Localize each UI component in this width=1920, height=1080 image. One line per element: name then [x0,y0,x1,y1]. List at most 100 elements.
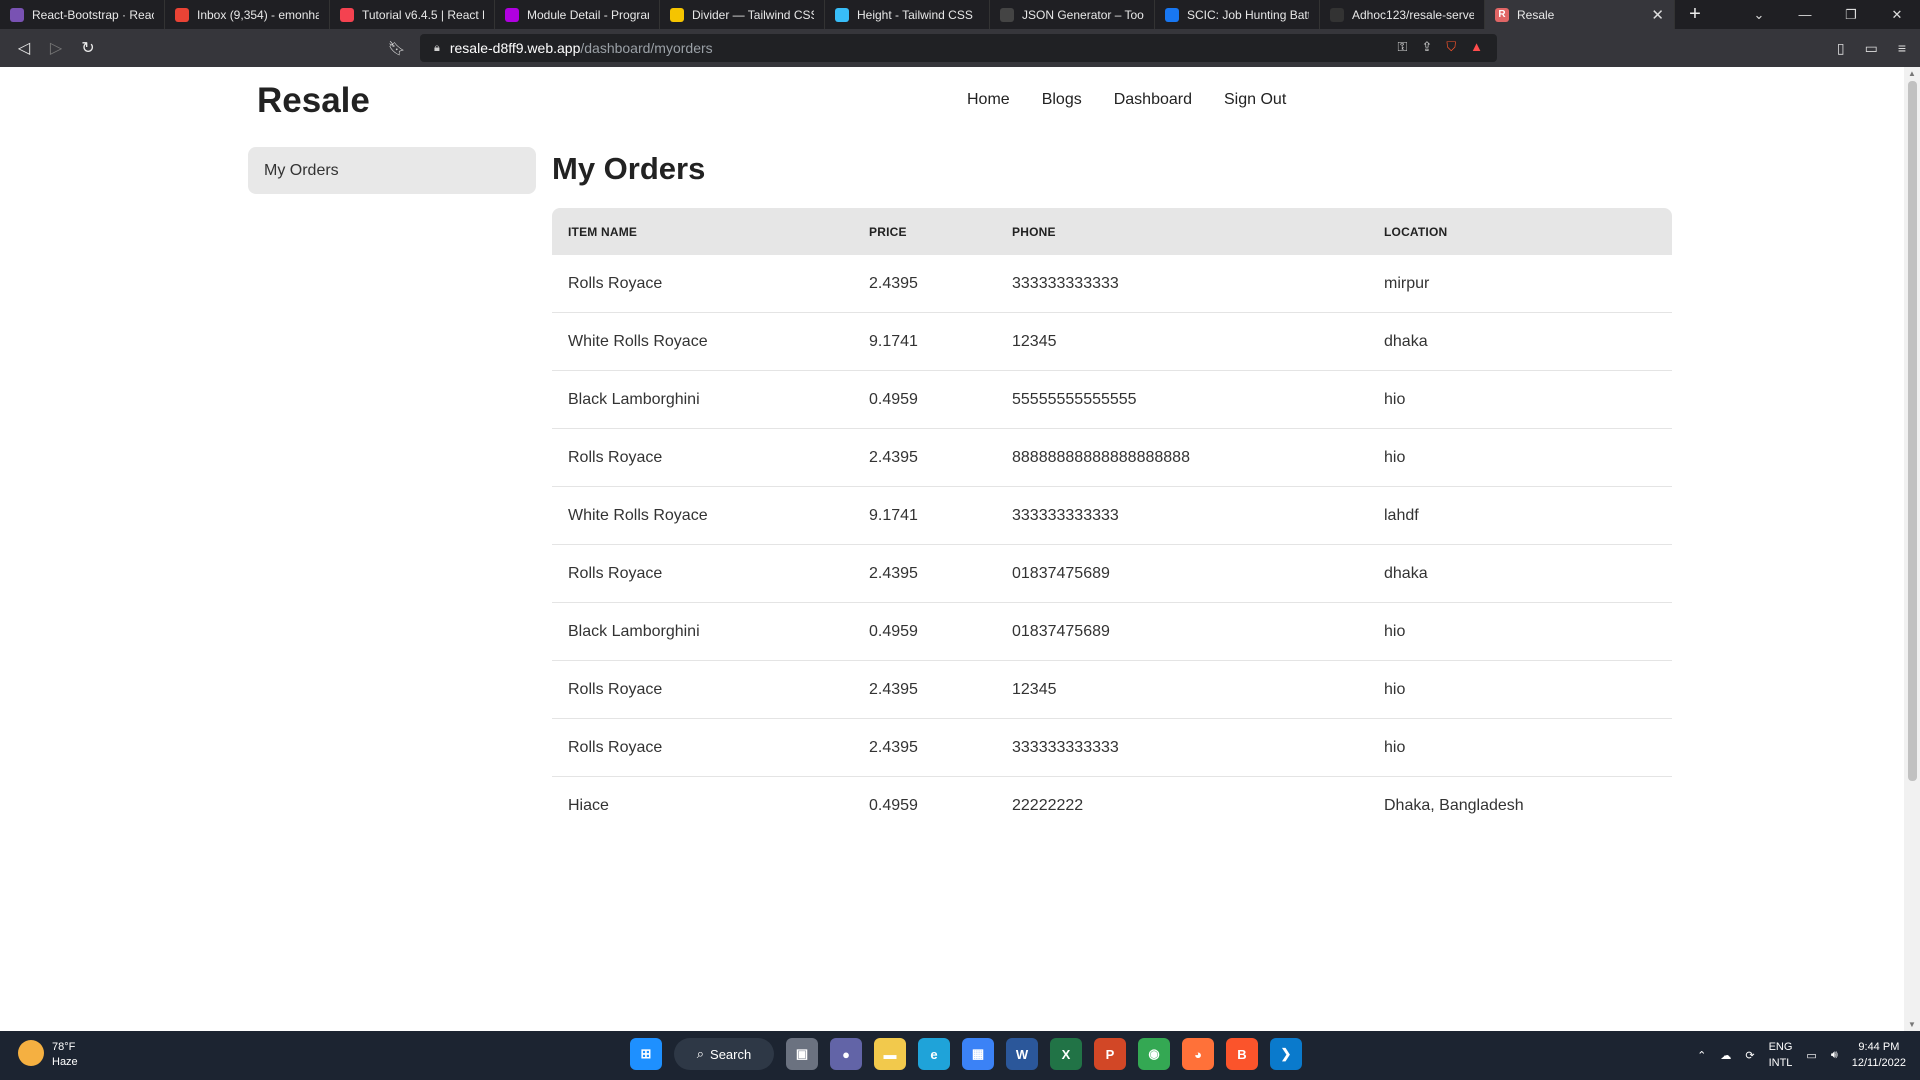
bookmark-icon[interactable]: 🔖︎ [388,40,406,57]
powerpoint-icon[interactable]: P [1094,1038,1126,1070]
cell-item-name: Rolls Royace [568,738,663,756]
browser-tab[interactable]: SCIC: Job Hunting Battle [1155,0,1320,29]
menu-icon[interactable]: ≡ [1898,40,1906,56]
url-path: /dashboard/myorders [580,40,713,56]
cell-price: 2.4395 [869,564,918,582]
browser-tab[interactable]: Adhoc123/resale-server [1320,0,1485,29]
brave-icon[interactable]: B [1226,1038,1258,1070]
edge-icon[interactable]: e [918,1038,950,1070]
site-nav: Home Blogs Dashboard Sign Out [967,91,1286,109]
restore-button[interactable]: ❐ [1828,0,1874,29]
close-window-button[interactable]: ✕ [1874,0,1920,29]
window-controls: ⌄ — ❐ ✕ [1736,0,1920,29]
taskbar-apps: ⊞ ⌕ Search ▣ ● ▬ e ▦ W X P ◉ ◕ B ❯ [630,1038,1302,1070]
wallet-icon[interactable]: ▭ [1865,40,1878,57]
language-indicator[interactable]: ENG INTL [1769,1039,1793,1071]
volume-icon[interactable]: 🔊︎ [1831,1049,1838,1062]
sync-icon[interactable]: ⟳ [1745,1049,1754,1062]
network-icon[interactable]: ▭ [1806,1049,1816,1062]
sidebar-item-label: My Orders [264,161,339,179]
task-view-icon[interactable]: ▣ [786,1038,818,1070]
table-row: Rolls Royace 2.4395 333333333333 mirpur [552,255,1672,313]
browser-tab[interactable]: Height - Tailwind CSS [825,0,990,29]
scroll-up-icon[interactable]: ▲ [1904,69,1920,78]
browser-toolbar: ◁ ▷ ↻ 🔖︎ 🔒︎ resale-d8ff9.web.app /dashbo… [0,29,1920,67]
vscode-icon[interactable]: ❯ [1270,1038,1302,1070]
forward-button[interactable]: ▷ [40,38,72,58]
browser-tab[interactable]: Divider — Tailwind CSS [660,0,825,29]
cell-phone: 333333333333 [1012,738,1119,756]
browser-tab-strip: React-Bootstrap · React Inbox (9,354) - e… [0,0,1920,29]
search-label: Search [710,1046,752,1062]
page-title: My Orders [552,151,706,186]
reload-button[interactable]: ↻ [72,38,104,58]
word-icon[interactable]: W [1006,1038,1038,1070]
cell-phone: 333333333333 [1012,274,1119,292]
tab-title: Resale [1517,7,1555,22]
cell-price: 2.4395 [869,680,918,698]
table-row: Rolls Royace 2.4395 333333333333 hio [552,719,1672,777]
sidebar-toggle-icon[interactable]: ▯ [1837,40,1845,57]
cell-price: 0.4959 [869,796,918,814]
show-hidden-icons-icon[interactable]: ⌃ [1697,1049,1706,1062]
scrollbar-thumb[interactable] [1908,81,1917,781]
table-row: White Rolls Royace 9.1741 12345 dhaka [552,313,1672,371]
minimize-button[interactable]: — [1782,0,1828,29]
tailwind-icon [835,7,849,22]
file-explorer-icon[interactable]: ▬ [874,1038,906,1070]
cell-item-name: Rolls Royace [568,274,663,292]
tab-title: Adhoc123/resale-server [1352,7,1474,22]
onedrive-icon[interactable]: ☁ [1720,1049,1731,1062]
address-bar[interactable]: 🔒︎ resale-d8ff9.web.app /dashboard/myord… [420,34,1497,62]
nav-blogs[interactable]: Blogs [1042,91,1082,109]
brave-shield-icon[interactable]: ⛉ [1446,39,1456,55]
nav-home[interactable]: Home [967,91,1010,109]
browser-tab[interactable]: Inbox (9,354) - emonhas [165,0,330,29]
react-bootstrap-icon [10,7,24,22]
nav-dashboard[interactable]: Dashboard [1114,91,1192,109]
sidebar-item-my-orders[interactable]: My Orders [248,147,536,194]
browser-tab[interactable]: Tutorial v6.4.5 | React Ro [330,0,495,29]
scroll-down-icon[interactable]: ▼ [1904,1020,1920,1029]
table-body: Rolls Royace 2.4395 333333333333 mirpur Whit… [552,255,1672,834]
new-tab-button[interactable]: + [1675,0,1715,29]
cell-item-name: Black Lamborghini [568,390,700,408]
tab-resale[interactable]: R Resale ✕ [1485,0,1675,29]
chrome-icon[interactable]: ◉ [1138,1038,1170,1070]
column-header-price: PRICE [869,224,907,239]
firefox-icon[interactable]: ◕ [1182,1038,1214,1070]
programming-hero-icon [505,7,519,22]
key-icon[interactable]: ⚿ [1398,39,1408,55]
cell-location: hio [1384,680,1406,698]
close-tab-icon[interactable]: ✕ [1651,6,1664,24]
weather-widget[interactable]: 78°F Haze [18,1040,78,1070]
excel-icon[interactable]: X [1050,1038,1082,1070]
lang-line1: ENG [1768,1041,1793,1053]
cell-item-name: Rolls Royace [568,680,663,698]
cell-price: 9.1741 [869,506,918,524]
cell-item-name: Hiace [568,796,609,814]
browser-tab[interactable]: React-Bootstrap · React [0,0,165,29]
teams-chat-icon[interactable]: ● [830,1038,862,1070]
tab-search-icon[interactable]: ⌄ [1736,0,1782,29]
windows-start-icon[interactable]: ⊞ [630,1038,662,1070]
tab-title: Tutorial v6.4.5 | React Ro [362,7,484,22]
facebook-icon [1165,7,1179,22]
column-header-item-name: ITEM NAME [568,224,638,239]
cell-phone: 55555555555555 [1012,390,1137,408]
cell-location: Dhaka, Bangladesh [1384,796,1524,814]
cell-phone: 333333333333 [1012,506,1119,524]
system-tray: ⌃ ☁ ⟳ ENG INTL ▭ 🔊︎ 9:44 PM 12/11/2022 [1697,1039,1906,1071]
share-icon[interactable]: ⇪ [1421,39,1432,55]
taskbar-search[interactable]: ⌕ Search [674,1038,774,1070]
browser-tab[interactable]: JSON Generator – Tool f [990,0,1155,29]
page-scrollbar[interactable]: ▲ ▼ [1904,67,1920,1031]
back-button[interactable]: ◁ [8,38,40,58]
browser-tab[interactable]: Module Detail - Program [495,0,660,29]
nav-sign-out[interactable]: Sign Out [1224,91,1286,109]
store-icon[interactable]: ▦ [962,1038,994,1070]
site-brand[interactable]: Resale [257,81,370,121]
brave-rewards-icon[interactable]: ▲ [1470,39,1483,55]
clock[interactable]: 9:44 PM 12/11/2022 [1852,1039,1906,1071]
cell-price: 2.4395 [869,738,918,756]
